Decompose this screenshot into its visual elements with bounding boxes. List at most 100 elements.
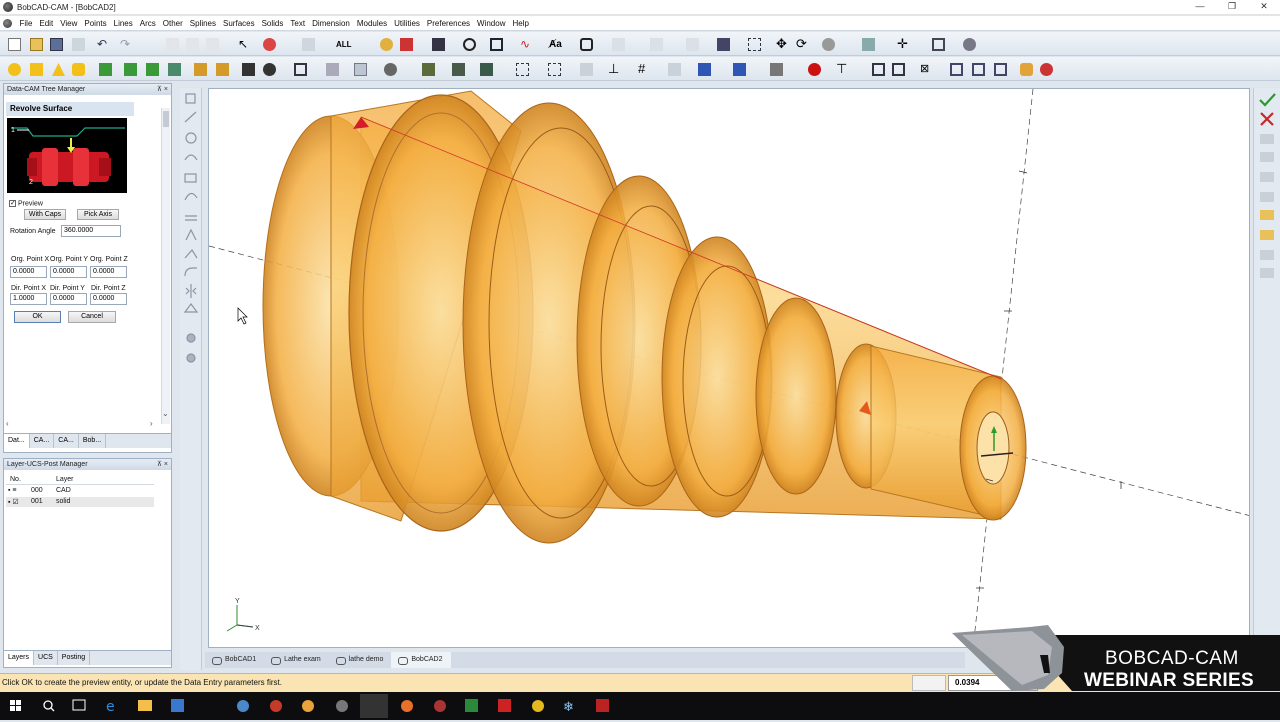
pick-axis-button[interactable]: Pick Axis [77, 209, 119, 220]
cancel-button[interactable]: Cancel [68, 311, 116, 323]
revolve-icon[interactable] [124, 63, 137, 76]
dimension-icon[interactable] [612, 38, 625, 51]
snap-grid-icon[interactable] [548, 63, 561, 76]
panel-scrollbar[interactable] [161, 108, 170, 424]
org-z-field[interactable]: 0.0000 [90, 266, 127, 278]
plane-icon[interactable] [668, 63, 681, 76]
print-icon[interactable] [72, 38, 85, 51]
scale-icon[interactable] [862, 38, 875, 51]
shell-icon[interactable] [242, 63, 255, 76]
menu-edit[interactable]: Edit [36, 19, 57, 28]
record-icon[interactable] [808, 63, 821, 76]
grid-icon[interactable] [516, 63, 529, 76]
transform-icon[interactable]: ✛ [897, 37, 910, 51]
shaded-icon[interactable] [354, 63, 367, 76]
preview-check-icon[interactable]: ✓ [9, 200, 16, 207]
with-caps-button[interactable]: With Caps [24, 209, 66, 220]
menu-text[interactable]: Text [287, 19, 309, 28]
window-select-icon[interactable] [748, 38, 761, 51]
layer-icon[interactable] [422, 63, 435, 76]
rotate-icon[interactable]: ⟳ [796, 37, 809, 51]
box-icon[interactable] [30, 63, 43, 76]
menu-utilities[interactable]: Utilities [391, 19, 424, 28]
dir-y-field[interactable]: 0.0000 [50, 293, 87, 305]
scroll-right-icon[interactable]: › [150, 419, 153, 428]
menu-help[interactable]: Help [509, 19, 532, 28]
sphere-icon[interactable] [8, 63, 21, 76]
status-help-icon[interactable] [912, 675, 946, 691]
close-button[interactable]: ✕ [1248, 0, 1280, 15]
wireframe-icon[interactable] [326, 63, 339, 76]
panel-pin-button[interactable]: ⊼ × [157, 84, 168, 95]
boolean-subtract-icon[interactable] [216, 63, 229, 76]
open-folder-icon[interactable] [30, 38, 43, 51]
scroll-down-icon[interactable]: ⌄ [162, 409, 169, 418]
copy-icon[interactable] [186, 38, 199, 51]
display-mode-icon[interactable] [294, 63, 307, 76]
menu-points[interactable]: Points [81, 19, 110, 28]
view-icon[interactable] [932, 38, 945, 51]
doc-tab-bobcad1[interactable]: BobCAD1 [205, 652, 264, 668]
layer-active-check-icon[interactable]: ▪ ☑ [8, 498, 19, 506]
text-tool[interactable]: Aa [549, 38, 569, 51]
menu-surfaces[interactable]: Surfaces [220, 19, 259, 28]
menu-window[interactable]: Window [474, 19, 509, 28]
dir-z-field[interactable]: 0.0000 [90, 293, 127, 305]
iso-view-icon[interactable] [733, 63, 746, 76]
new-file-icon[interactable] [8, 38, 21, 51]
fit-icon[interactable] [892, 63, 905, 76]
fillet-icon[interactable] [263, 63, 276, 76]
redo-icon[interactable]: ↷ [120, 38, 133, 51]
tab-cam-2[interactable]: CA... [54, 434, 79, 448]
maximize-button[interactable]: ❐ [1216, 0, 1248, 15]
dir-x-field[interactable]: 1.0000 [10, 293, 47, 305]
tab-posting[interactable]: Posting [58, 651, 91, 665]
cube-view-icon[interactable] [698, 63, 711, 76]
scroll-left-icon[interactable]: ‹ [6, 419, 9, 428]
tab-ucs[interactable]: UCS [34, 651, 58, 665]
surface-icon[interactable] [452, 63, 465, 76]
filter-all-dropdown[interactable]: ALL [336, 38, 358, 51]
menu-lines[interactable]: Lines [110, 19, 136, 28]
paste-icon[interactable] [206, 38, 219, 51]
visibility-icon[interactable] [384, 63, 397, 76]
move-icon[interactable]: ✥ [776, 37, 789, 51]
boolean-add-icon[interactable] [194, 63, 207, 76]
rotation-angle-field[interactable]: 360.0000 [61, 225, 121, 237]
menu-preferences[interactable]: Preferences [423, 19, 473, 28]
graphics-viewport[interactable]: X Y [208, 88, 1250, 648]
doc-tab-lathe-exam[interactable]: Lathe exam [264, 652, 329, 668]
menu-modules[interactable]: Modules [353, 19, 390, 28]
cascade-icon[interactable] [972, 63, 985, 76]
menu-dimension[interactable]: Dimension [309, 19, 354, 28]
tab-bobcad[interactable]: Bob... [79, 434, 107, 448]
measure-icon[interactable] [580, 38, 593, 51]
preview-checkbox[interactable]: ✓ Preview [9, 200, 43, 207]
stock-icon[interactable] [480, 63, 493, 76]
spline-icon[interactable]: ∿ [520, 38, 533, 51]
settings-icon[interactable] [963, 38, 976, 51]
cone-icon[interactable] [52, 63, 65, 76]
doc-tab-lathe-demo[interactable]: lathe demo [329, 652, 392, 668]
minimize-button[interactable]: — [1184, 0, 1216, 15]
table-row[interactable]: ▪ ☑ 001 solid [6, 497, 154, 507]
list-icon[interactable] [302, 38, 315, 51]
layer-panel-pin-button[interactable]: ⊼ × [157, 459, 168, 470]
circle-icon[interactable] [463, 38, 476, 51]
zoom-icon[interactable]: ⊠ [920, 63, 933, 76]
org-x-field[interactable]: 0.0000 [10, 266, 47, 278]
cylinder-icon[interactable] [72, 63, 85, 76]
color-icon[interactable] [770, 63, 783, 76]
menu-splines[interactable]: Splines [186, 19, 219, 28]
tab-data[interactable]: Dat... [4, 434, 30, 448]
cut-icon[interactable] [166, 38, 179, 51]
hatch-icon[interactable] [650, 38, 663, 51]
tab-layers[interactable]: Layers [4, 651, 35, 665]
doc-tab-bobcad2[interactable]: BobCAD2 [391, 652, 451, 668]
org-y-field[interactable]: 0.0000 [50, 266, 87, 278]
loft-icon[interactable] [168, 63, 181, 76]
arrange-icon[interactable] [994, 63, 1007, 76]
hash-icon[interactable]: # [638, 62, 651, 76]
scrollbar-thumb[interactable] [163, 111, 169, 127]
snap-icon[interactable] [380, 38, 393, 51]
